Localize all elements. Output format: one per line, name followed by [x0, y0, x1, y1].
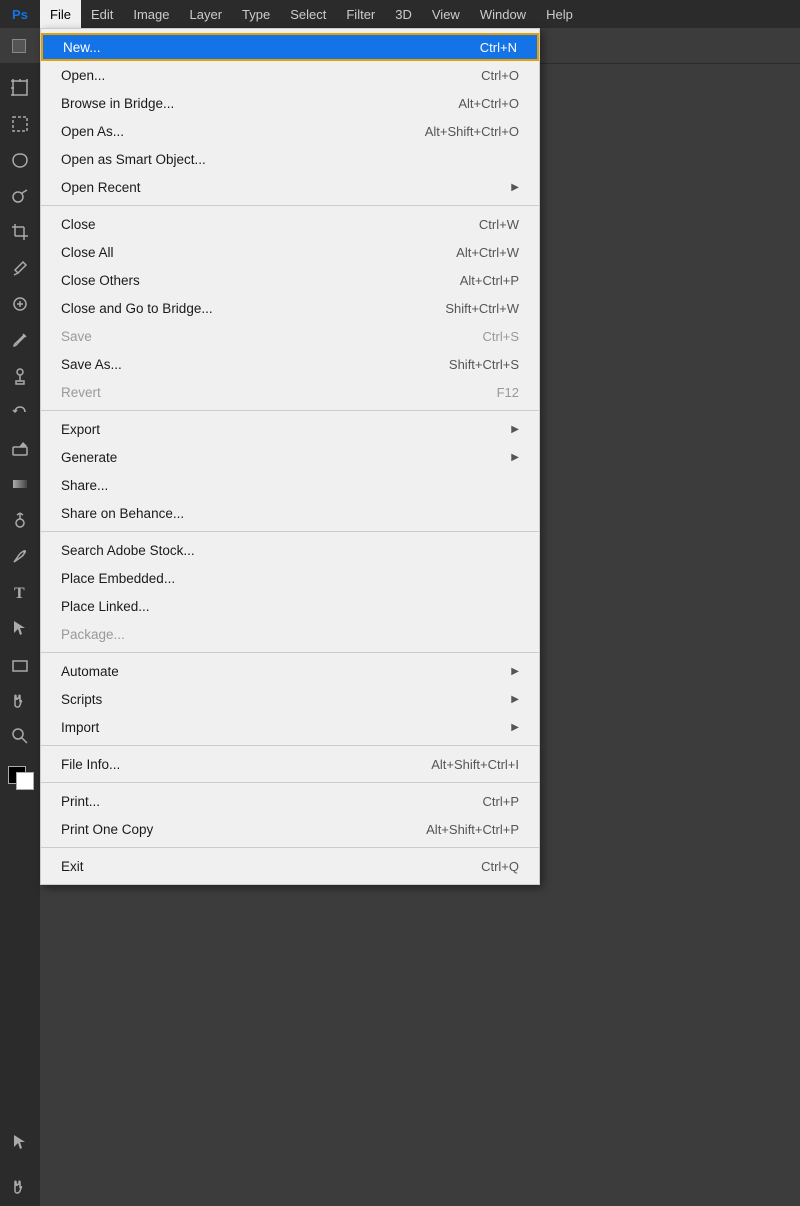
file-menu-section-5: Automate ▶ Scripts ▶ Import ▶ — [41, 653, 539, 746]
menu-item-file-info[interactable]: File Info... Alt+Shift+Ctrl+I — [41, 750, 539, 778]
menu-item-open[interactable]: Open... Ctrl+O — [41, 61, 539, 89]
quick-selection-tool[interactable] — [4, 180, 36, 212]
show-transform-checkbox[interactable] — [12, 39, 26, 53]
gradient-tool[interactable] — [4, 468, 36, 500]
menu-item-share-behance[interactable]: Share on Behance... — [41, 499, 539, 527]
zoom-tool[interactable] — [4, 720, 36, 752]
crop-tool[interactable] — [4, 216, 36, 248]
clone-stamp-tool[interactable] — [4, 360, 36, 392]
menu-item-close-others[interactable]: Close Others Alt+Ctrl+P — [41, 266, 539, 294]
menu-type[interactable]: Type — [232, 0, 280, 28]
selection-tool-bottom[interactable] — [4, 1126, 36, 1158]
file-menu-section-6: File Info... Alt+Shift+Ctrl+I — [41, 746, 539, 783]
file-menu-section-2: Close Ctrl+W Close All Alt+Ctrl+W Close … — [41, 206, 539, 411]
menu-item-print-one-copy[interactable]: Print One Copy Alt+Shift+Ctrl+P — [41, 815, 539, 843]
left-toolbar: T — [0, 28, 40, 1206]
menu-edit[interactable]: Edit — [81, 0, 123, 28]
history-brush-tool[interactable] — [4, 396, 36, 428]
file-menu-section-4: Search Adobe Stock... Place Embedded... … — [41, 532, 539, 653]
eraser-tool[interactable] — [4, 432, 36, 464]
menu-help[interactable]: Help — [536, 0, 583, 28]
menu-item-open-recent[interactable]: Open Recent ▶ — [41, 173, 539, 201]
menu-item-print[interactable]: Print... Ctrl+P — [41, 787, 539, 815]
eyedropper-tool[interactable] — [4, 252, 36, 284]
menu-item-save-as[interactable]: Save As... Shift+Ctrl+S — [41, 350, 539, 378]
menu-item-save: Save Ctrl+S — [41, 322, 539, 350]
menu-window[interactable]: Window — [470, 0, 536, 28]
menu-item-scripts[interactable]: Scripts ▶ — [41, 685, 539, 713]
menu-select[interactable]: Select — [280, 0, 336, 28]
menu-item-import[interactable]: Import ▶ — [41, 713, 539, 741]
menu-item-exit[interactable]: Exit Ctrl+Q — [41, 852, 539, 880]
marquee-tool[interactable] — [4, 108, 36, 140]
file-menu-section-7: Print... Ctrl+P Print One Copy Alt+Shift… — [41, 783, 539, 848]
menu-item-open-as[interactable]: Open As... Alt+Shift+Ctrl+O — [41, 117, 539, 145]
menu-layer[interactable]: Layer — [180, 0, 233, 28]
type-tool[interactable]: T — [4, 576, 36, 608]
file-menu-section-8: Exit Ctrl+Q — [41, 848, 539, 884]
ps-logo: Ps — [0, 0, 40, 28]
pen-tool[interactable] — [4, 540, 36, 572]
foreground-color[interactable] — [4, 764, 36, 792]
svg-text:T: T — [14, 585, 25, 601]
menu-view[interactable]: View — [422, 0, 470, 28]
menu-item-place-embedded[interactable]: Place Embedded... — [41, 564, 539, 592]
menu-file[interactable]: File — [40, 0, 81, 28]
hand-tool-bottom[interactable] — [4, 1170, 36, 1202]
healing-tool[interactable] — [4, 288, 36, 320]
menu-item-browse-bridge[interactable]: Browse in Bridge... Alt+Ctrl+O — [41, 89, 539, 117]
lasso-tool[interactable] — [4, 144, 36, 176]
menu-item-export[interactable]: Export ▶ — [41, 415, 539, 443]
menu-item-open-smart-object[interactable]: Open as Smart Object... — [41, 145, 539, 173]
artboard-tool[interactable] — [4, 72, 36, 104]
menu-item-close-all[interactable]: Close All Alt+Ctrl+W — [41, 238, 539, 266]
brush-tool[interactable] — [4, 324, 36, 356]
hand-tool[interactable] — [4, 684, 36, 716]
dodge-tool[interactable] — [4, 504, 36, 536]
shape-tool[interactable] — [4, 648, 36, 680]
menu-filter[interactable]: Filter — [336, 0, 385, 28]
file-dropdown-menu: New... Ctrl+N Open... Ctrl+O Browse in B… — [40, 28, 540, 885]
menu-item-package: Package... — [41, 620, 539, 648]
file-menu-section-3: Export ▶ Generate ▶ Share... Share on Be… — [41, 411, 539, 532]
menu-image[interactable]: Image — [123, 0, 179, 28]
file-menu-section-1: New... Ctrl+N Open... Ctrl+O Browse in B… — [41, 29, 539, 206]
menu-3d[interactable]: 3D — [385, 0, 422, 28]
menu-item-automate[interactable]: Automate ▶ — [41, 657, 539, 685]
menu-item-close[interactable]: Close Ctrl+W — [41, 210, 539, 238]
menu-item-new[interactable]: New... Ctrl+N — [41, 33, 539, 61]
menu-item-revert: Revert F12 — [41, 378, 539, 406]
menu-bar: Ps File Edit Image Layer Type Select Fil… — [0, 0, 800, 28]
path-selection-tool[interactable] — [4, 612, 36, 644]
menu-item-generate[interactable]: Generate ▶ — [41, 443, 539, 471]
menu-item-close-go-bridge[interactable]: Close and Go to Bridge... Shift+Ctrl+W — [41, 294, 539, 322]
menu-item-place-linked[interactable]: Place Linked... — [41, 592, 539, 620]
menu-item-search-stock[interactable]: Search Adobe Stock... — [41, 536, 539, 564]
menu-item-share[interactable]: Share... — [41, 471, 539, 499]
